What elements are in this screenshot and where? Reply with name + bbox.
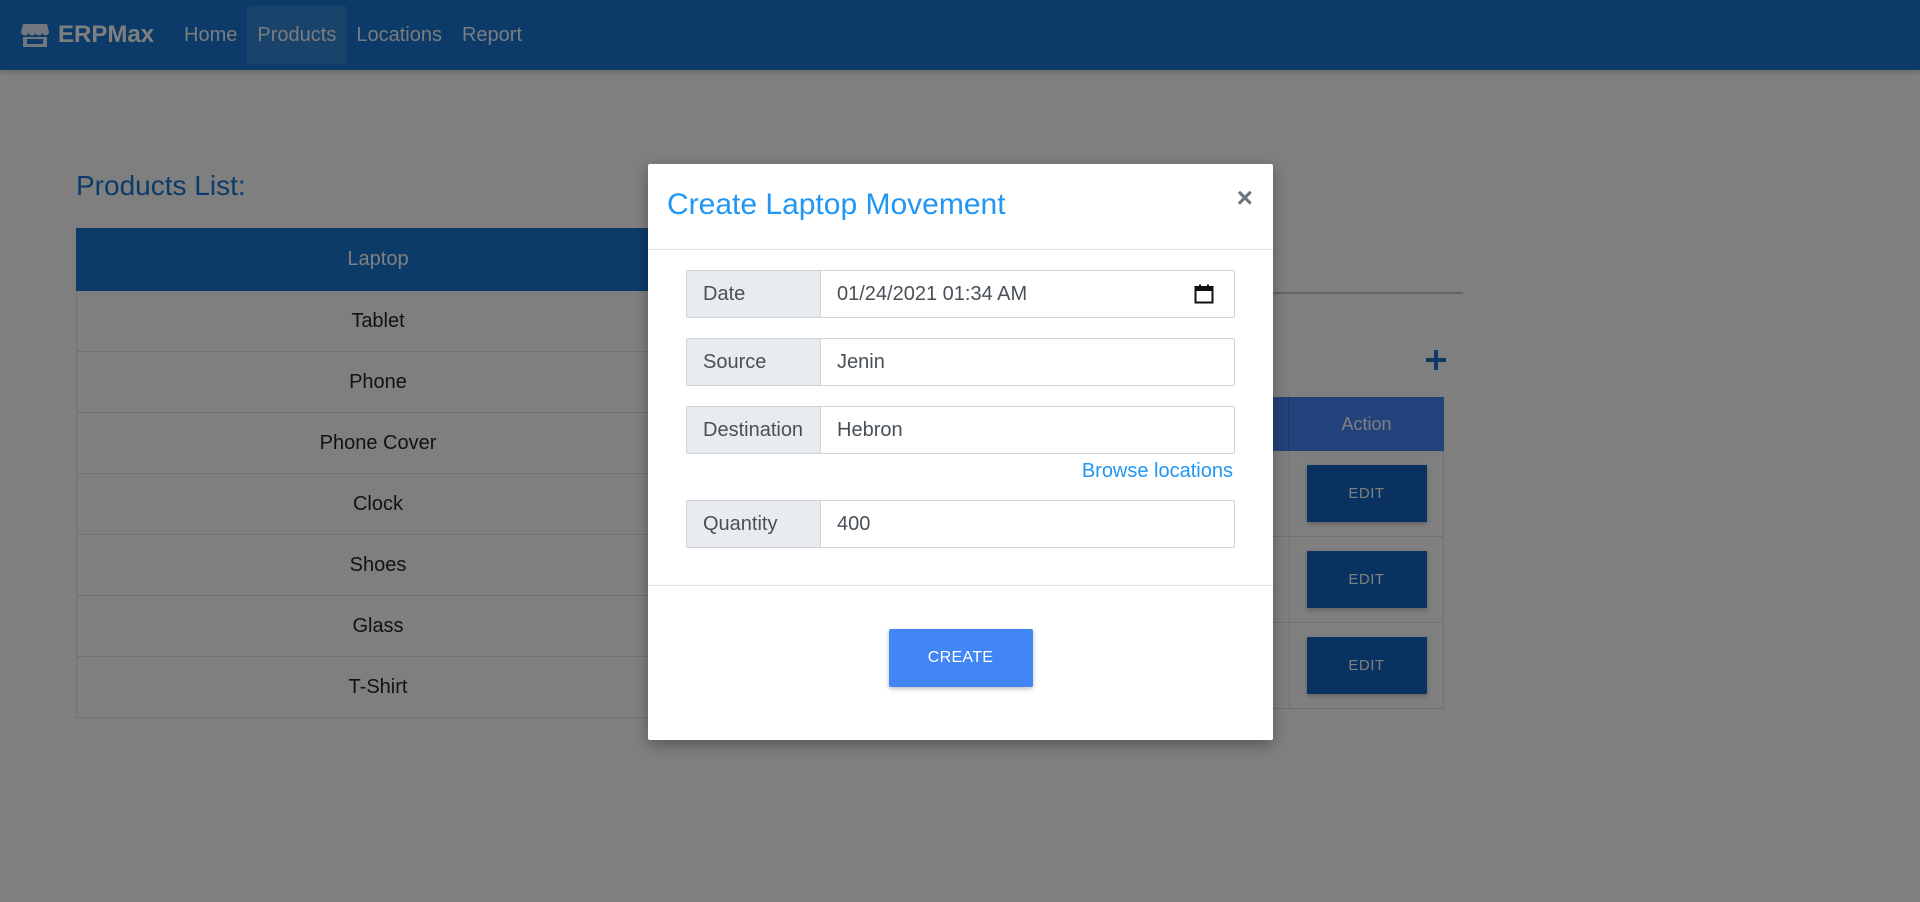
quantity-input[interactable]: 400 (820, 500, 1235, 548)
date-value: 01/24/2021 01:34 AM (837, 283, 1028, 305)
destination-input-group: Destination Hebron (686, 406, 1235, 454)
source-label: Source (686, 338, 820, 386)
calendar-icon[interactable] (1194, 284, 1214, 304)
date-label: Date (686, 270, 820, 318)
close-icon[interactable]: × (1237, 184, 1253, 212)
modal-footer: CREATE (648, 586, 1273, 739)
modal-header: Create Laptop Movement × (648, 164, 1273, 250)
source-input-group: Source Jenin (686, 338, 1235, 386)
create-movement-modal: Create Laptop Movement × Date 01/24/2021… (648, 164, 1273, 740)
quantity-input-group: Quantity 400 (686, 500, 1235, 548)
destination-input[interactable]: Hebron (820, 406, 1235, 454)
browse-locations-link[interactable]: Browse locations (1082, 460, 1235, 482)
create-button[interactable]: CREATE (888, 629, 1033, 687)
destination-label: Destination (686, 406, 820, 454)
date-input-group: Date 01/24/2021 01:34 AM (686, 270, 1235, 318)
modal-title: Create Laptop Movement (667, 188, 1006, 221)
quantity-label: Quantity (686, 500, 820, 548)
modal-body: Date 01/24/2021 01:34 AM Source Jenin De… (648, 250, 1273, 586)
date-input[interactable]: 01/24/2021 01:34 AM (820, 270, 1235, 318)
browse-row: Browse locations (686, 460, 1235, 486)
source-input[interactable]: Jenin (820, 338, 1235, 386)
